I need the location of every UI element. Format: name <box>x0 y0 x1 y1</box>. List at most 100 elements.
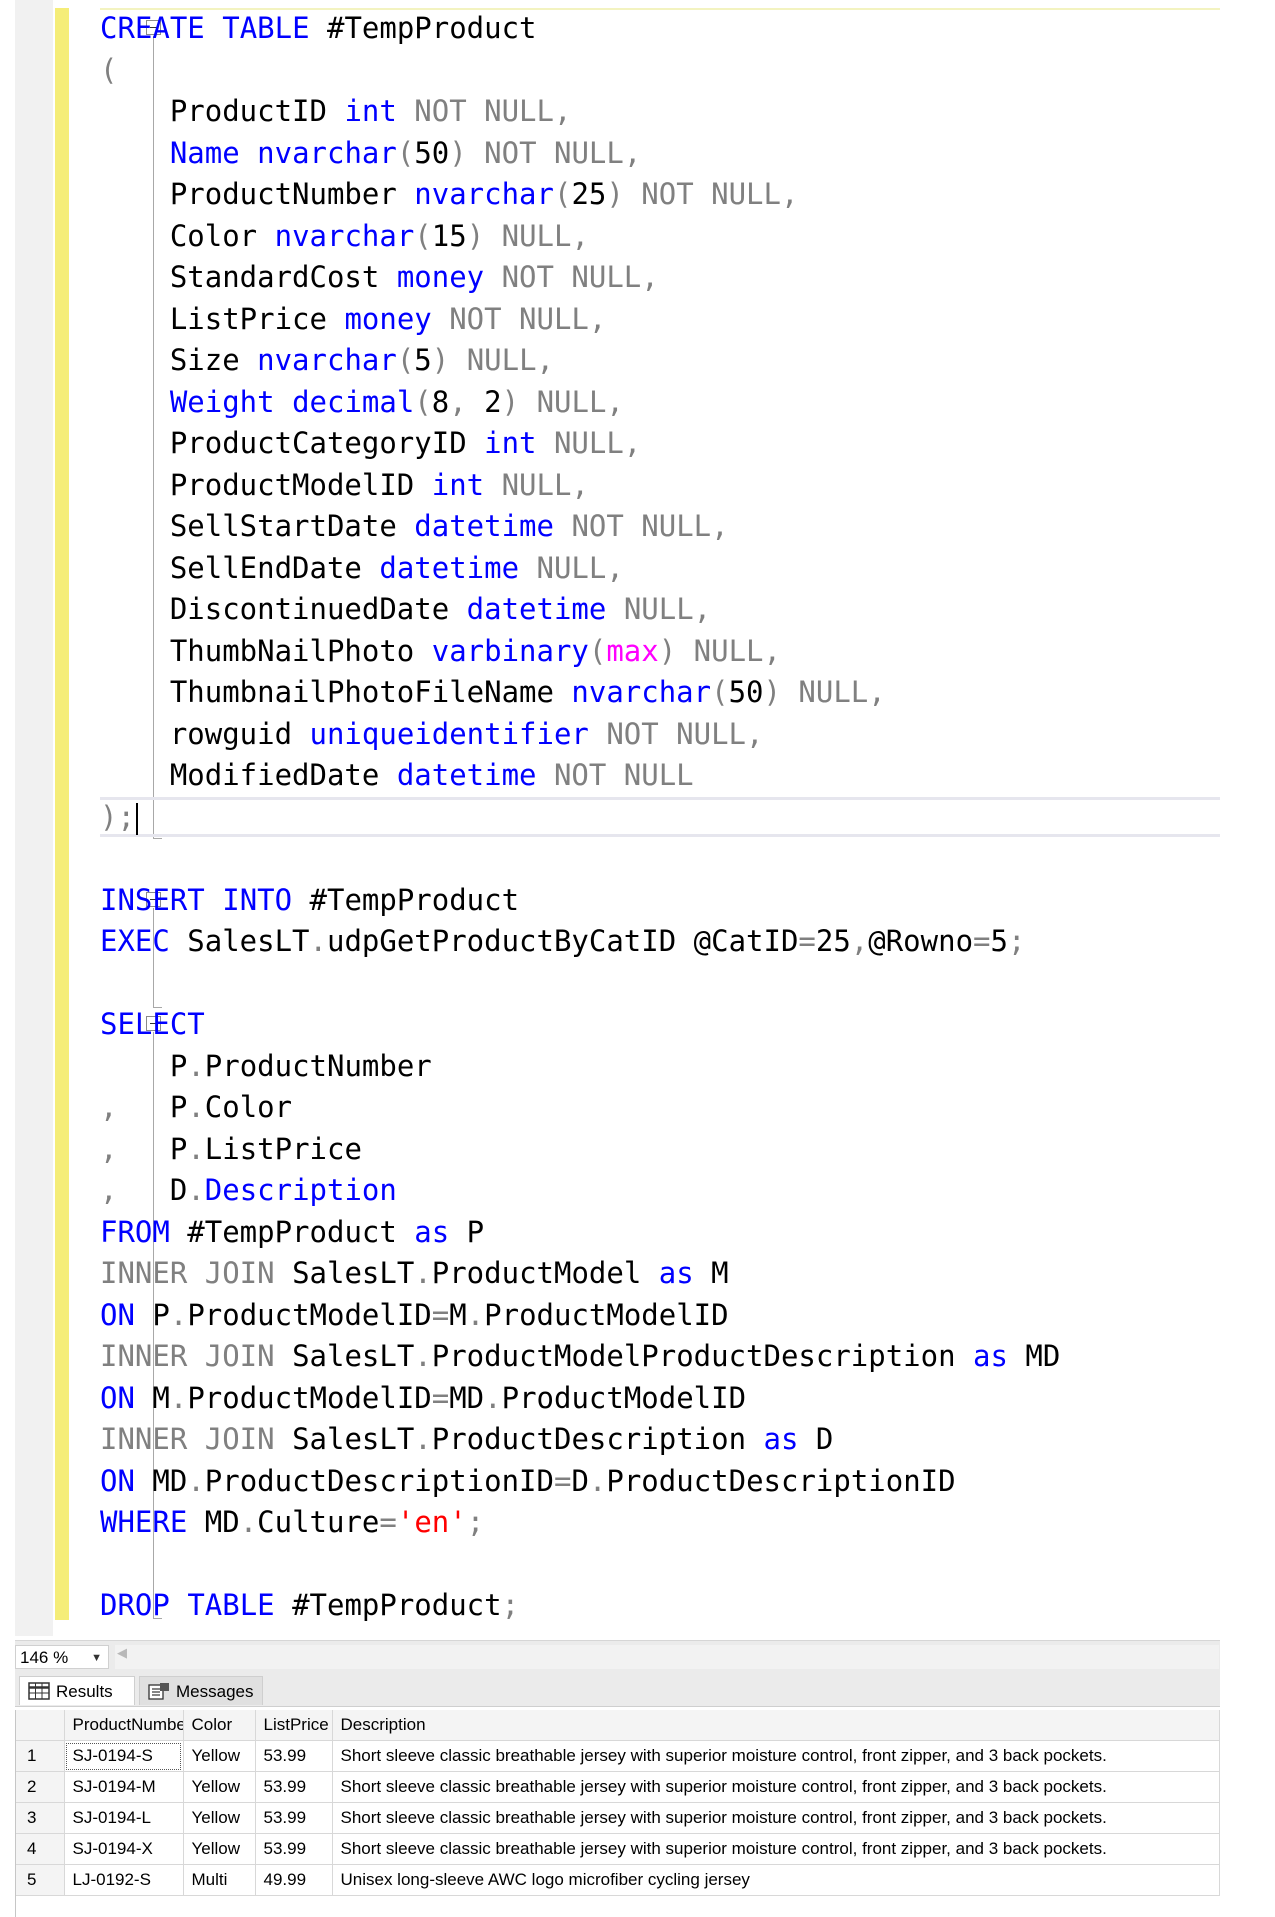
cell-listprice[interactable]: 53.99 <box>255 1833 333 1865</box>
code-line[interactable]: CREATE TABLE #TempProduct <box>100 8 1060 50</box>
code-token: . <box>588 1463 607 1498</box>
code-line[interactable]: EXEC SalesLT.udpGetProductByCatID @CatID… <box>100 921 1060 963</box>
table-row[interactable]: 5 LJ-0192-S Multi 49.99 Unisex long-slee… <box>15 1864 1220 1896</box>
code-line[interactable]: SellStartDate datetime NOT NULL, <box>100 506 1060 548</box>
cell-productnumber[interactable]: SJ-0194-M <box>64 1771 184 1803</box>
column-header-color[interactable]: Color <box>183 1710 256 1741</box>
code-line[interactable]: ( <box>100 50 1060 92</box>
code-line[interactable]: Color nvarchar(15) NULL, <box>100 216 1060 258</box>
table-row[interactable]: 3 SJ-0194-L Yellow 53.99 Short sleeve cl… <box>15 1802 1220 1834</box>
table-row[interactable]: 1 SJ-0194-S Yellow 53.99 Short sleeve cl… <box>15 1740 1220 1772</box>
cell-description[interactable]: Short sleeve classic breathable jersey w… <box>332 1771 1220 1803</box>
tab-messages[interactable]: Messages <box>139 1676 263 1705</box>
cell-color[interactable]: Multi <box>183 1864 256 1896</box>
code-line[interactable]: INNER JOIN SalesLT.ProductModel as M <box>100 1253 1060 1295</box>
code-line[interactable]: ModifiedDate datetime NOT NULL <box>100 755 1060 797</box>
code-line[interactable]: WHERE MD.Culture='en'; <box>100 1502 1060 1544</box>
cell-productnumber[interactable]: SJ-0194-X <box>64 1833 184 1865</box>
row-number[interactable]: 3 <box>15 1802 65 1834</box>
column-header-description[interactable]: Description <box>332 1710 1220 1741</box>
code-line[interactable]: ThumbnailPhotoFileName nvarchar(50) NULL… <box>100 672 1060 714</box>
code-token: StandardCost <box>100 260 397 294</box>
code-line[interactable]: DiscontinuedDate datetime NULL, <box>100 589 1060 631</box>
horizontal-scrollbar[interactable] <box>115 1645 1219 1669</box>
code-line[interactable]: INNER JOIN SalesLT.ProductDescription as… <box>100 1419 1060 1461</box>
code-line[interactable]: , D.Description <box>100 1170 1060 1212</box>
code-line[interactable]: DROP TABLE #TempProduct; <box>100 1585 1060 1627</box>
row-number[interactable]: 2 <box>15 1771 65 1803</box>
sql-code[interactable]: CREATE TABLE #TempProduct( ProductID int… <box>100 8 1060 1627</box>
table-row[interactable]: 2 SJ-0194-M Yellow 53.99 Short sleeve cl… <box>15 1771 1220 1803</box>
code-token: datetime <box>414 509 554 543</box>
code-line[interactable]: ​ <box>100 963 1060 1005</box>
code-line[interactable]: ); <box>100 797 1060 839</box>
query-editor[interactable]: CREATE TABLE #TempProduct( ProductID int… <box>0 0 1275 1636</box>
cell-listprice[interactable]: 49.99 <box>255 1864 333 1896</box>
code-line[interactable]: rowguid uniqueidentifier NOT NULL, <box>100 714 1060 756</box>
results-grid[interactable]: ProductNumber Color ListPrice Descriptio… <box>15 1710 1220 1896</box>
cell-color[interactable]: Yellow <box>183 1740 256 1772</box>
code-line[interactable]: P.ProductNumber <box>100 1046 1060 1088</box>
code-line[interactable]: SELECT <box>100 1004 1060 1046</box>
code-token: INNER JOIN <box>100 1339 275 1373</box>
code-line[interactable]: ListPrice money NOT NULL, <box>100 299 1060 341</box>
cell-description[interactable]: Short sleeve classic breathable jersey w… <box>332 1833 1220 1865</box>
code-token: nvarchar <box>571 675 712 709</box>
code-line[interactable]: FROM #TempProduct as P <box>100 1212 1060 1254</box>
code-line[interactable]: ProductID int NOT NULL, <box>100 91 1060 133</box>
code-line[interactable]: ProductNumber nvarchar(25) NOT NULL, <box>100 174 1060 216</box>
cell-color[interactable]: Yellow <box>183 1771 256 1803</box>
code-line[interactable]: INNER JOIN SalesLT.ProductModelProductDe… <box>100 1336 1060 1378</box>
cell-productnumber[interactable]: LJ-0192-S <box>64 1864 184 1896</box>
code-line[interactable]: , P.Color <box>100 1087 1060 1129</box>
code-token: max <box>606 633 659 668</box>
code-token: datetime <box>466 592 607 626</box>
code-line[interactable]: StandardCost money NOT NULL, <box>100 257 1060 299</box>
cell-color[interactable]: Yellow <box>183 1802 256 1834</box>
code-line[interactable]: ​ <box>100 838 1060 880</box>
cell-color[interactable]: Yellow <box>183 1833 256 1865</box>
code-line[interactable]: ProductCategoryID int NULL, <box>100 423 1060 465</box>
code-line[interactable]: ON P.ProductModelID=M.ProductModelID <box>100 1295 1060 1337</box>
cell-description[interactable]: Short sleeve classic breathable jersey w… <box>332 1802 1220 1834</box>
code-line[interactable]: SellEndDate datetime NULL, <box>100 548 1060 590</box>
column-header-listprice[interactable]: ListPrice <box>255 1710 333 1741</box>
code-token: SellEndDate <box>100 550 380 585</box>
cell-listprice[interactable]: 53.99 <box>255 1802 333 1834</box>
tab-results[interactable]: Results <box>19 1676 135 1705</box>
table-row[interactable]: 4 SJ-0194-X Yellow 53.99 Short sleeve cl… <box>15 1833 1220 1865</box>
code-line[interactable]: ProductModelID int NULL, <box>100 465 1060 507</box>
zoom-dropdown[interactable]: 146 % ▼ <box>15 1645 109 1669</box>
cell-productnumber[interactable]: SJ-0194-S <box>64 1740 184 1772</box>
code-token: Name <box>169 135 240 170</box>
row-number[interactable]: 1 <box>15 1740 65 1772</box>
column-header-productnumber[interactable]: ProductNumber <box>64 1710 184 1741</box>
code-line[interactable]: ​ <box>100 1544 1060 1586</box>
code-line[interactable]: Weight decimal(8, 2) NULL, <box>100 382 1060 424</box>
code-token: datetime <box>379 550 520 585</box>
cell-listprice[interactable]: 53.99 <box>255 1771 333 1803</box>
code-line[interactable]: ON M.ProductModelID=MD.ProductModelID <box>100 1378 1060 1420</box>
code-line[interactable]: ON MD.ProductDescriptionID=D.ProductDesc… <box>100 1461 1060 1503</box>
code-line[interactable]: , P.ListPrice <box>100 1129 1060 1171</box>
cell-productnumber[interactable]: SJ-0194-L <box>64 1802 184 1834</box>
cell-description[interactable]: Unisex long-sleeve AWC logo microfiber c… <box>332 1864 1220 1896</box>
code-token: ( <box>588 633 607 668</box>
code-line[interactable]: INSERT INTO #TempProduct <box>100 880 1060 922</box>
row-number[interactable]: 5 <box>15 1864 65 1896</box>
code-token: . <box>187 1090 205 1124</box>
cell-description[interactable]: Short sleeve classic breathable jersey w… <box>332 1740 1220 1772</box>
code-line[interactable]: ThumbNailPhoto varbinary(max) NULL, <box>100 631 1060 673</box>
code-token: P <box>134 1297 170 1332</box>
code-token: D <box>117 1173 188 1207</box>
editor-selection-margin[interactable] <box>15 0 53 1636</box>
row-number[interactable]: 4 <box>15 1833 65 1865</box>
code-token: P <box>100 1048 188 1083</box>
scroll-left-icon[interactable]: ◀ <box>117 1646 127 1661</box>
grid-corner[interactable] <box>15 1710 65 1741</box>
code-line[interactable]: Name nvarchar(50) NOT NULL, <box>100 133 1060 175</box>
chevron-down-icon[interactable]: ▼ <box>91 1646 102 1670</box>
code-line[interactable]: Size nvarchar(5) NULL, <box>100 340 1060 382</box>
cell-listprice[interactable]: 53.99 <box>255 1740 333 1772</box>
